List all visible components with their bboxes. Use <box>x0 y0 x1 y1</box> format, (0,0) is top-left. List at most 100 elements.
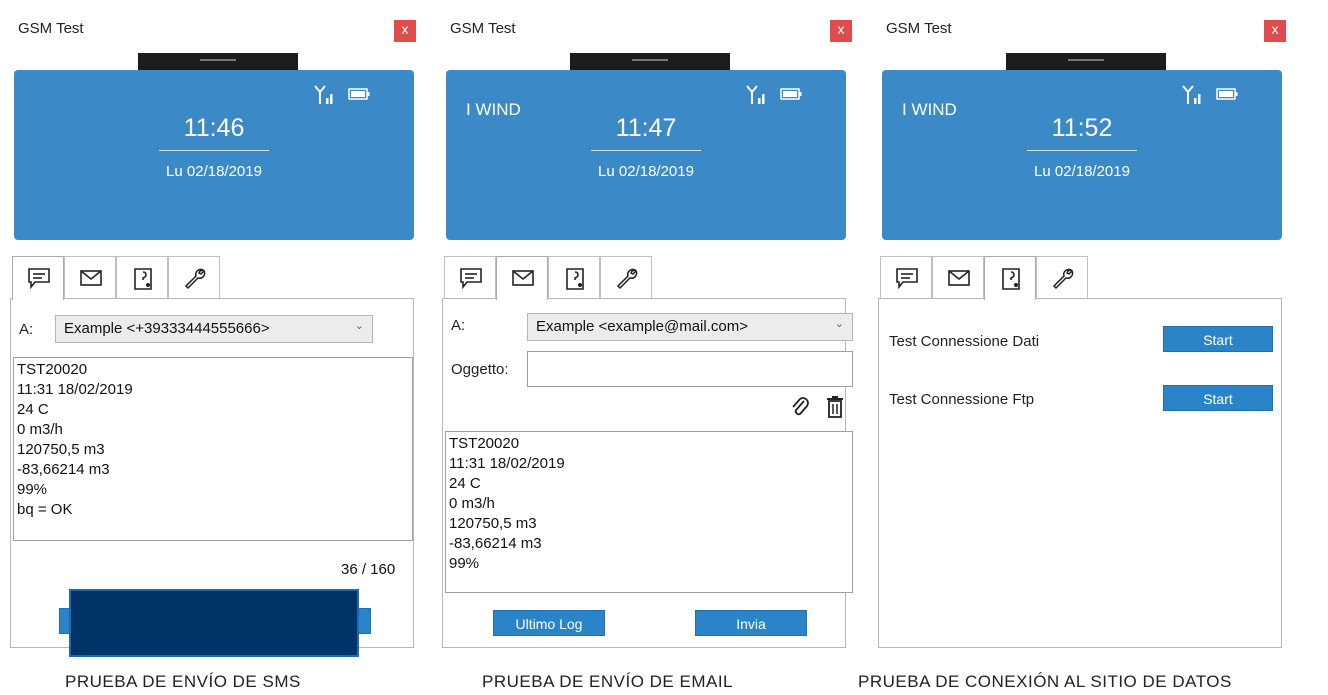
chevron-down-icon: ⌄ <box>834 318 844 330</box>
message-line: 24 C <box>17 401 49 418</box>
message-line: 99% <box>17 481 48 498</box>
message-line: TST20020 <box>449 435 520 452</box>
message-line: bq = OK <box>17 501 73 518</box>
tab-bar <box>880 256 1100 300</box>
clock-divider <box>159 150 269 151</box>
clock-date: Lu 02/18/2019 <box>166 163 262 180</box>
message-line: -83,66214 m3 <box>17 461 110 478</box>
message-icon <box>28 268 50 289</box>
to-label: A: <box>19 321 34 338</box>
caption-email: PRUEBA DE ENVÍO DE EMAIL <box>482 672 734 691</box>
caption-sms: PRUEBA DE ENVÍO DE SMS <box>65 672 301 691</box>
battery-icon <box>348 88 370 100</box>
message-icon <box>896 268 918 289</box>
window-title: GSM Test <box>18 20 84 37</box>
tab-sms[interactable] <box>880 256 932 298</box>
message-textarea[interactable]: TST20020 11:31 18/02/2019 24 C 0 m3/h 12… <box>445 431 853 593</box>
message-line: 0 m3/h <box>17 421 63 438</box>
device-notch <box>138 53 298 71</box>
trash-icon[interactable] <box>825 395 845 419</box>
signal-icon <box>1182 85 1201 104</box>
last-log-button[interactable]: Ultimo Log <box>493 610 605 636</box>
battery-icon <box>1216 88 1238 100</box>
email-panel: A: Example <example@mail.com> ⌄ Oggetto:… <box>442 298 853 648</box>
envelope-icon <box>512 270 534 286</box>
clock-divider <box>591 150 701 151</box>
message-icon <box>460 268 482 289</box>
tab-data[interactable] <box>116 256 168 298</box>
subject-input[interactable] <box>527 351 853 387</box>
device-notch <box>570 53 730 71</box>
tab-email[interactable] <box>64 256 116 298</box>
paperclip-icon[interactable] <box>789 395 811 419</box>
close-button[interactable]: x <box>1264 20 1286 42</box>
message-line: 11:31 18/02/2019 <box>449 455 565 472</box>
message-line: 11:31 18/02/2019 <box>17 381 133 398</box>
signal-icon <box>746 85 765 104</box>
phone-status-screen: 11:46 Lu 02/18/2019 <box>14 70 414 240</box>
wrench-icon <box>1052 268 1074 290</box>
recipient-value: Example <example@mail.com> <box>536 318 748 335</box>
clock-time: 11:52 <box>1051 114 1113 142</box>
caption-data-connection: PRUEBA DE CONEXIÓN AL SITIO DE DATOS <box>858 672 1232 691</box>
email-test-window: GSM Test x I WIND 11:47 Lu 02/18/2019 A:… <box>440 8 853 656</box>
message-line: -83,66214 m3 <box>449 535 542 552</box>
close-button[interactable]: x <box>394 20 416 42</box>
sms-panel: A: Example <+39333444555666> ⌄ TST20020 … <box>10 298 414 657</box>
tab-tools[interactable] <box>1036 256 1088 298</box>
signal-icon <box>314 85 333 104</box>
clock-time: 11:47 <box>615 114 677 142</box>
data-connection-panel: Test Connessione Dati Start Test Conness… <box>878 298 1282 648</box>
data-connection-test-window: GSM Test x I WIND 11:52 Lu 02/18/2019 Te… <box>876 8 1286 656</box>
tab-bar <box>12 256 232 300</box>
message-line: 120750,5 m3 <box>449 515 537 532</box>
recipient-select[interactable]: Example <example@mail.com> ⌄ <box>527 313 853 341</box>
sms-test-window: GSM Test x 11:46 Lu 02/18/2019 A: Exampl… <box>8 8 418 657</box>
device-notch <box>1006 53 1166 71</box>
message-line: TST20020 <box>17 361 88 378</box>
clock-date: Lu 02/18/2019 <box>1034 163 1130 180</box>
chevron-down-icon: ⌄ <box>354 320 364 332</box>
document-connection-icon <box>134 268 152 290</box>
recipient-select[interactable]: Example <+39333444555666> ⌄ <box>55 315 373 343</box>
tab-email[interactable] <box>932 256 984 298</box>
recipient-value: Example <+39333444555666> <box>64 320 270 337</box>
char-counter: 36 / 160 <box>341 561 396 578</box>
document-connection-icon <box>1002 268 1020 290</box>
send-button[interactable]: Invia <box>695 610 807 636</box>
tab-sms[interactable] <box>444 256 496 298</box>
tab-bar <box>444 256 664 300</box>
tab-sms[interactable] <box>12 256 64 300</box>
wrench-icon <box>616 268 638 290</box>
message-textarea[interactable]: TST20020 11:31 18/02/2019 24 C 0 m3/h 12… <box>13 357 413 541</box>
redaction-box <box>69 589 359 657</box>
clock-date: Lu 02/18/2019 <box>598 163 694 180</box>
window-title: GSM Test <box>886 20 952 37</box>
phone-status-screen: I WIND 11:52 Lu 02/18/2019 <box>882 70 1282 240</box>
clock-divider <box>1027 150 1137 151</box>
clock-time: 11:46 <box>183 114 245 142</box>
test-ftp-label: Test Connessione Ftp <box>889 391 1035 408</box>
message-line: 24 C <box>449 475 481 492</box>
window-title: GSM Test <box>450 20 516 37</box>
test-data-start-button[interactable]: Start <box>1163 326 1273 352</box>
tab-data[interactable] <box>548 256 600 298</box>
wrench-icon <box>184 268 206 290</box>
tab-tools[interactable] <box>168 256 220 298</box>
message-line: 99% <box>449 555 480 572</box>
envelope-icon <box>948 270 970 286</box>
message-line: 120750,5 m3 <box>17 441 105 458</box>
close-button[interactable]: x <box>830 20 852 42</box>
phone-status-screen: I WIND 11:47 Lu 02/18/2019 <box>446 70 846 240</box>
document-connection-icon <box>566 268 584 290</box>
to-label: A: <box>451 317 466 334</box>
battery-icon <box>780 88 802 100</box>
tab-email[interactable] <box>496 256 548 300</box>
envelope-icon <box>80 270 102 286</box>
subject-label: Oggetto: <box>451 361 509 378</box>
message-line: 0 m3/h <box>449 495 495 512</box>
tab-data[interactable] <box>984 256 1036 300</box>
test-ftp-start-button[interactable]: Start <box>1163 385 1273 411</box>
tab-tools[interactable] <box>600 256 652 298</box>
test-data-label: Test Connessione Dati <box>889 333 1040 350</box>
